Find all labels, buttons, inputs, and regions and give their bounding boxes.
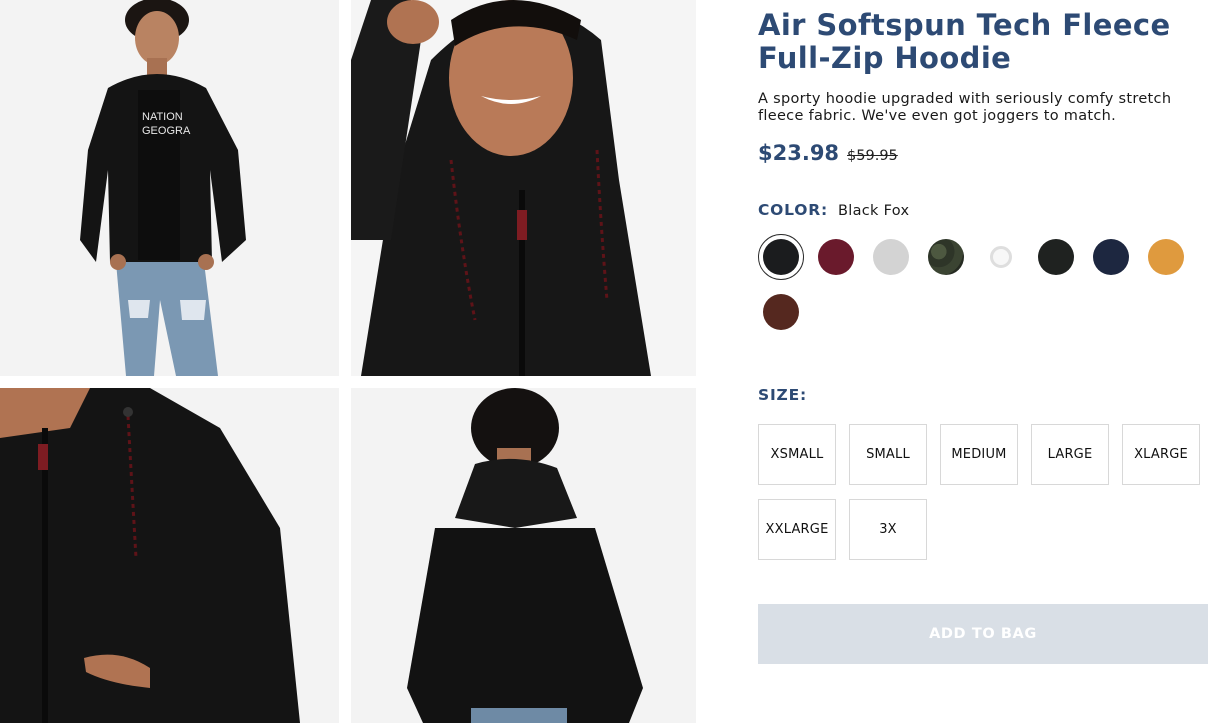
color-label: COLOR: [758, 201, 828, 219]
color-swatch-black[interactable] [1033, 234, 1079, 280]
size-option-xxlarge[interactable]: XXLARGE [758, 499, 836, 560]
hoodie-front-closeup-photo[interactable] [0, 388, 339, 723]
size-option-3x[interactable]: 3X [849, 499, 927, 560]
svg-text:GEOGRA: GEOGRA [142, 125, 191, 137]
swatch-fill [1093, 239, 1129, 275]
swatch-fill [1148, 239, 1184, 275]
swatch-fill [1038, 239, 1074, 275]
size-option-xlarge[interactable]: XLARGE [1122, 424, 1200, 485]
selected-color-name: Black Fox [838, 203, 910, 219]
color-swatch-camo[interactable] [923, 234, 969, 280]
product-info-panel: Air Softspun Tech Fleece Full-Zip Hoodie… [758, 0, 1208, 723]
size-heading: SIZE: [758, 385, 807, 404]
product-title: Air Softspun Tech Fleece Full-Zip Hoodie [758, 8, 1171, 75]
swatch-fill [990, 246, 1012, 268]
color-swatch-white[interactable] [978, 234, 1024, 280]
color-swatch-black-fox[interactable] [758, 234, 804, 280]
swatch-fill [928, 239, 964, 275]
model-hood-up-photo[interactable] [351, 0, 696, 376]
color-swatch-navy[interactable] [1088, 234, 1134, 280]
product-description: A sporty hoodie upgraded with seriously … [758, 91, 1172, 124]
size-option-large[interactable]: LARGE [1031, 424, 1109, 485]
sale-price: $23.98 [758, 141, 840, 165]
swatch-fill [873, 239, 909, 275]
price-row: $23.98 $59.95 [758, 141, 898, 171]
swatch-fill [763, 294, 799, 330]
size-label: SIZE: [758, 386, 807, 404]
svg-text:NATION: NATION [142, 111, 183, 123]
color-swatch-burgundy[interactable] [813, 234, 859, 280]
size-option-xsmall[interactable]: XSMALL [758, 424, 836, 485]
size-option-medium[interactable]: MEDIUM [940, 424, 1018, 485]
color-swatch-mustard[interactable] [1143, 234, 1189, 280]
color-heading: COLOR: Black Fox [758, 201, 909, 219]
color-swatch-brown[interactable] [758, 289, 804, 335]
compare-at-price: $59.95 [847, 148, 898, 164]
model-back-view-photo[interactable] [351, 388, 696, 723]
swatch-fill [763, 239, 799, 275]
color-swatch-light-heather-grey[interactable] [868, 234, 914, 280]
size-option-small[interactable]: SMALL [849, 424, 927, 485]
swatch-fill [818, 239, 854, 275]
add-to-bag-button[interactable]: ADD TO BAG [758, 604, 1208, 664]
model-front-full-photo[interactable]: NATION GEOGRA [0, 0, 339, 376]
